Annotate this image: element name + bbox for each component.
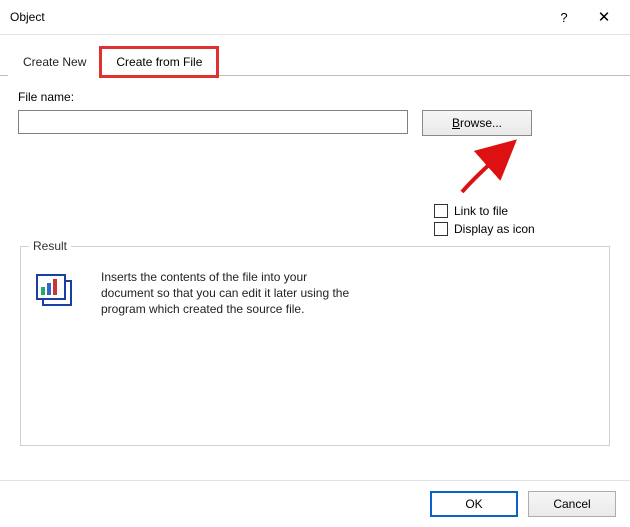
ok-button[interactable]: OK [430, 491, 518, 517]
cancel-button[interactable]: Cancel [528, 491, 616, 517]
options: Link to file Display as icon [434, 204, 612, 236]
tab-create-new[interactable]: Create New [8, 48, 101, 76]
content: File name: Browse... Link to file Displa… [0, 76, 630, 454]
tab-create-from-file[interactable]: Create from File [101, 48, 217, 76]
result-legend: Result [29, 239, 71, 253]
close-icon: ✕ [598, 8, 611, 26]
tabs: Create New Create from File [0, 35, 630, 76]
filename-label: File name: [18, 90, 612, 104]
dialog-footer: OK Cancel [430, 491, 616, 517]
display-as-icon-row: Display as icon [434, 222, 612, 236]
browse-button[interactable]: Browse... [422, 110, 532, 136]
display-as-icon-checkbox[interactable] [434, 222, 448, 236]
titlebar: Object ? ✕ [0, 0, 630, 34]
link-to-file-checkbox[interactable] [434, 204, 448, 218]
result-group: Result Inserts the contents of the file … [20, 246, 610, 446]
annotation-arrow-icon [454, 134, 534, 194]
close-button[interactable]: ✕ [584, 3, 624, 31]
link-to-file-row: Link to file [434, 204, 612, 218]
link-to-file-label: Link to file [454, 204, 508, 218]
result-description: Inserts the contents of the file into yo… [101, 269, 361, 318]
dialog-title: Object [10, 10, 45, 24]
help-button[interactable]: ? [544, 3, 584, 31]
display-as-icon-label: Display as icon [454, 222, 535, 236]
result-icon [33, 269, 81, 317]
filename-input[interactable] [18, 110, 408, 134]
